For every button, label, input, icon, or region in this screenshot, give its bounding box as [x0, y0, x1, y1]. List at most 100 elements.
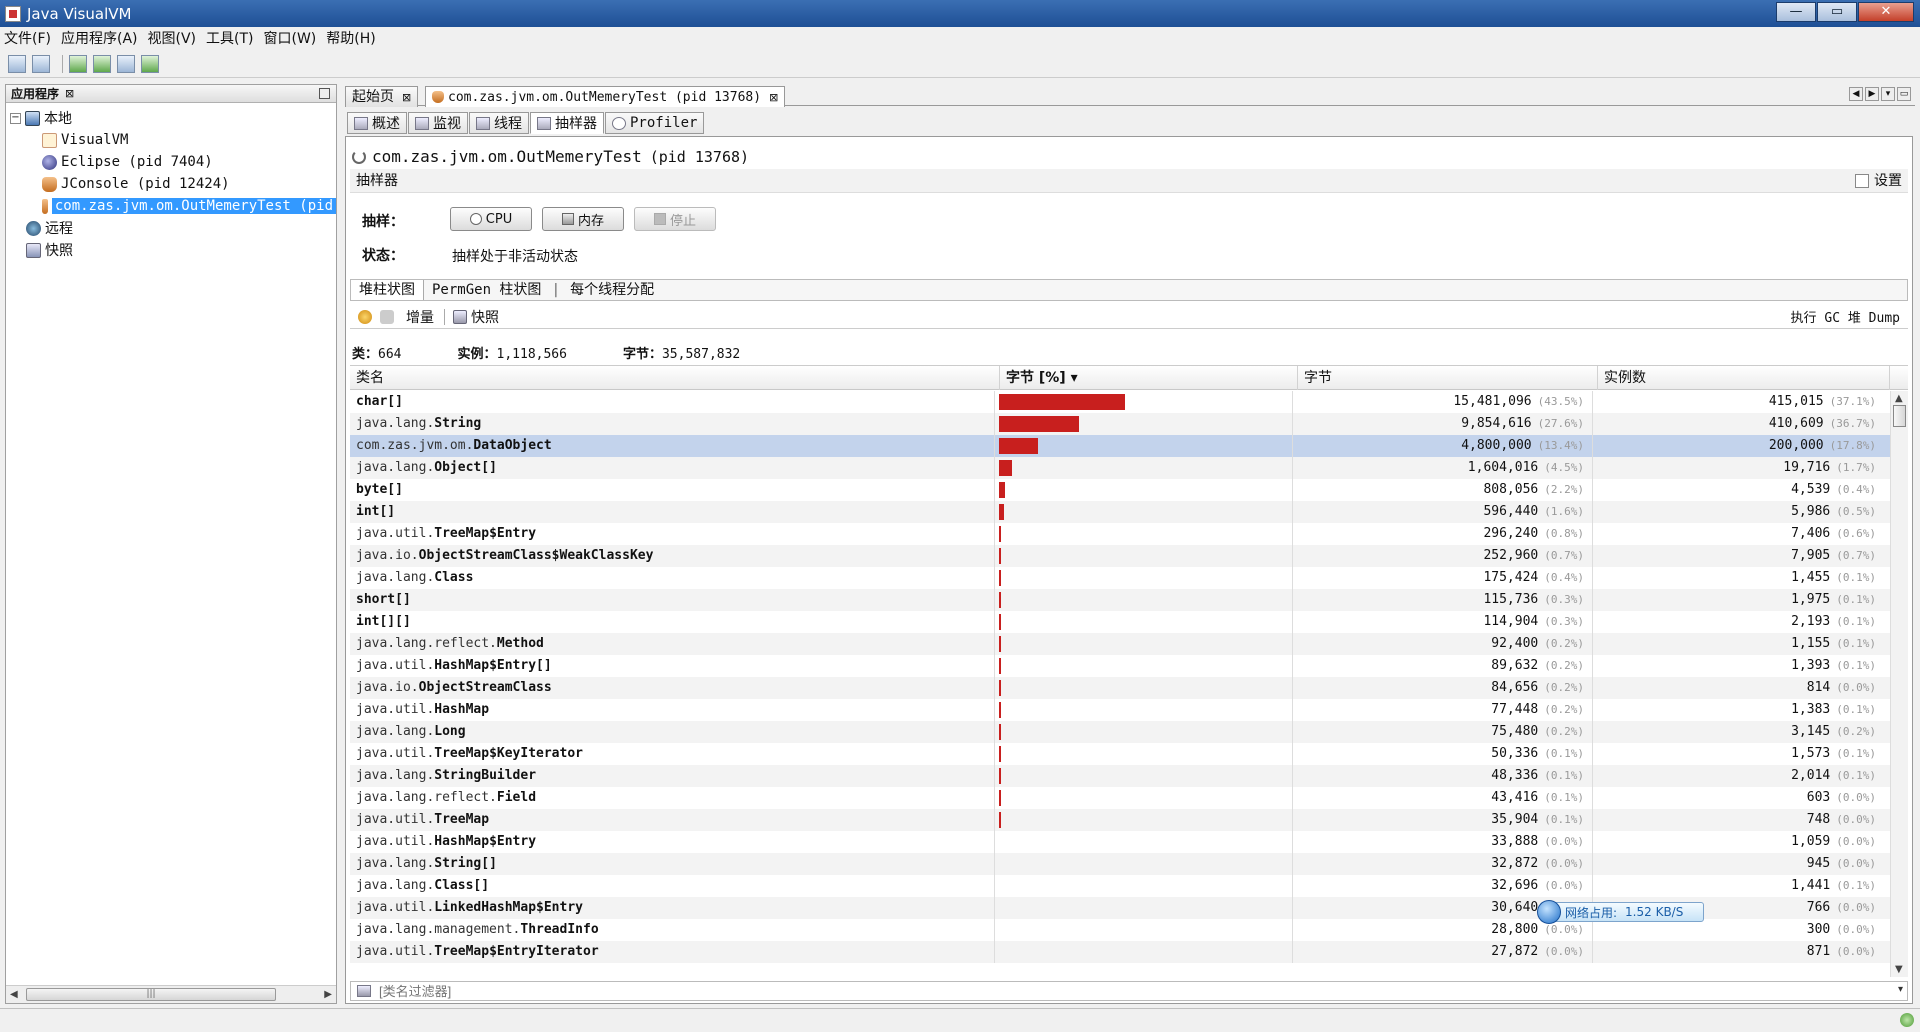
table-row[interactable]: java.lang.Class[] 32,696 (0.0%) 1,441 (0.1%)	[350, 875, 1890, 897]
cpu-sample-button[interactable]: CPU	[450, 207, 532, 231]
table-row[interactable]: java.lang.reflect.Method 92,400 (0.2%) 1,15…	[350, 633, 1890, 655]
table-row[interactable]: java.io.ObjectStreamClass 84,656 (0.2%) 814…	[350, 677, 1890, 699]
tab-close-icon[interactable]: ⊠	[769, 88, 778, 107]
table-row[interactable]: int[] 596,440 (1.6%) 5,986 (0.5%)	[350, 501, 1890, 523]
table-row[interactable]: java.lang.String[] 32,872 (0.0%) 945 (0.0%)	[350, 853, 1890, 875]
network-usage-widget[interactable]: 网络占用: 1.52 KB/S	[1537, 900, 1704, 924]
heap-dump-icon[interactable]	[141, 54, 159, 73]
tab-close-icon[interactable]: ⊠	[402, 88, 411, 107]
tab-outmemerytest[interactable]: com.zas.jvm.om.OutMemeryTest (pid 13768)…	[425, 86, 786, 107]
table-row[interactable]: java.util.HashMap 77,448 (0.2%) 1,383 (0.1%)	[350, 699, 1890, 721]
table-row[interactable]: java.lang.StringBuilder 48,336 (0.1%) 2,014…	[350, 765, 1890, 787]
toolbar-separator	[62, 54, 63, 73]
filter-icon[interactable]	[357, 985, 371, 997]
table-row[interactable]: java.lang.Class 175,424 (0.4%) 1,455 (0.1%)	[350, 567, 1890, 589]
vertical-scrollbar[interactable]: ▲ ▼	[1890, 391, 1908, 977]
maximize-button[interactable]: ▭	[1817, 2, 1857, 22]
column-bytes-percent[interactable]: 字节 [%] ▾	[1000, 366, 1298, 390]
scroll-down-icon[interactable]: ▼	[1895, 964, 1903, 975]
scrollbar-thumb[interactable]	[1893, 405, 1906, 427]
tab-heap-histogram[interactable]: 堆柱状图	[351, 280, 424, 300]
table-row[interactable]: java.lang.Object[] 1,604,016 (4.5%) 19,716 (…	[350, 457, 1890, 479]
panel-close-icon[interactable]: ⊠	[65, 85, 74, 103]
panel-minimize-button[interactable]	[319, 88, 330, 99]
save-icon[interactable]	[32, 54, 50, 73]
scroll-left-icon[interactable]: ◀	[10, 989, 18, 1000]
settings-toggle[interactable]: 设置	[1855, 173, 1902, 189]
delta-button[interactable]: 增量	[406, 307, 434, 327]
menu-view[interactable]: 视图(V)	[148, 28, 197, 48]
filter-dropdown-icon[interactable]: ▾	[1898, 984, 1903, 995]
tree-node-eclipse[interactable]: Eclipse (pid 7404)	[10, 151, 336, 173]
table-row[interactable]: short[] 115,736 (0.3%) 1,975 (0.1%)	[350, 589, 1890, 611]
add-remote-host-icon[interactable]	[93, 54, 111, 73]
scroll-right-icon[interactable]: ▶	[324, 989, 332, 1000]
table-row[interactable]: java.util.TreeMap$EntryIterator 27,872 (0.…	[350, 941, 1890, 963]
table-row[interactable]: java.lang.management.ThreadInfo 28,800 (0.…	[350, 919, 1890, 941]
tab-per-thread-allocation[interactable]: 每个线程分配	[562, 280, 662, 300]
table-row[interactable]: java.util.TreeMap$KeyIterator 50,336 (0.1%…	[350, 743, 1890, 765]
tab-scroll-right-icon[interactable]: ▶	[1865, 87, 1879, 101]
tab-monitor[interactable]: 监视	[408, 112, 468, 134]
tree-node-outmemerytest[interactable]: com.zas.jvm.om.OutMemeryTest (pid	[10, 195, 336, 217]
table-row[interactable]: byte[] 808,056 (2.2%) 4,539 (0.4%)	[350, 479, 1890, 501]
table-row[interactable]: java.lang.String 9,854,616 (27.6%) 410,609 (…	[350, 413, 1890, 435]
refresh-icon[interactable]	[380, 309, 394, 324]
add-vm-coredump-icon[interactable]	[117, 54, 135, 73]
maximize-tab-icon[interactable]: ▭	[1897, 87, 1911, 101]
table-row[interactable]: int[][] 114,904 (0.3%) 2,193 (0.1%)	[350, 611, 1890, 633]
menu-applications[interactable]: 应用程序(A)	[61, 28, 138, 48]
settings-checkbox[interactable]	[1855, 174, 1869, 188]
column-bytes[interactable]: 字节	[1298, 366, 1598, 390]
package-name: java.lang.reflect.	[356, 636, 497, 651]
tab-overview[interactable]: 概述	[347, 112, 407, 134]
class-name-cell: java.util.HashMap$Entry[]	[350, 655, 994, 677]
column-instances[interactable]: 实例数	[1598, 366, 1890, 390]
table-row[interactable]: char[] 15,481,096 (43.5%) 415,015 (37.1%)	[350, 391, 1890, 413]
snapshot-icon[interactable]	[453, 309, 467, 324]
column-class-name[interactable]: 类名	[350, 366, 1000, 390]
tree-node-local[interactable]: − 本地	[10, 107, 336, 129]
memory-sample-button[interactable]: 内存	[542, 207, 624, 231]
scrollbar-thumb[interactable]: |||	[26, 988, 276, 1001]
snapshot-button[interactable]: 快照	[471, 307, 499, 327]
table-row[interactable]: java.util.TreeMap$Entry 296,240 (0.8%) 7,40…	[350, 523, 1890, 545]
tab-threads[interactable]: 线程	[469, 112, 529, 134]
load-snapshot-icon[interactable]	[8, 54, 26, 73]
scroll-up-icon[interactable]: ▲	[1895, 393, 1903, 404]
stop-button[interactable]: 停止	[634, 207, 716, 231]
menu-help[interactable]: 帮助(H)	[326, 28, 375, 48]
minimize-button[interactable]: —	[1776, 2, 1816, 22]
gc-heapdump-buttons[interactable]: 执行 GC 堆 Dump	[1791, 307, 1900, 326]
menu-window[interactable]: 窗口(W)	[264, 28, 317, 48]
close-button[interactable]: ✕	[1858, 2, 1914, 22]
table-row[interactable]: com.zas.jvm.om.DataObject 4,800,000 (13.4%…	[350, 435, 1890, 457]
tree-node-snapshots[interactable]: 快照	[10, 239, 336, 261]
collapse-icon[interactable]: −	[10, 112, 21, 124]
add-jmx-connection-icon[interactable]	[69, 54, 87, 73]
instances-cell: 945 (0.0%)	[1592, 853, 1884, 875]
tab-profiler[interactable]: Profiler	[605, 112, 705, 134]
table-row[interactable]: java.lang.reflect.Field 43,416 (0.1%) 603 (0…	[350, 787, 1890, 809]
tab-start-page[interactable]: 起始页 ⊠	[345, 86, 419, 107]
tree-node-visualvm[interactable]: VisualVM	[10, 129, 336, 151]
menu-tools[interactable]: 工具(T)	[206, 28, 253, 48]
tab-permgen-histogram[interactable]: PermGen 柱状图	[424, 280, 549, 300]
class-name-filter[interactable]: ▾	[350, 981, 1908, 1001]
menu-file[interactable]: 文件(F)	[4, 28, 51, 48]
class-filter-input[interactable]	[377, 982, 1777, 1000]
tab-list-icon[interactable]: ▾	[1881, 87, 1895, 101]
horizontal-scrollbar[interactable]: ◀ ||| ▶	[6, 985, 336, 1003]
tab-sampler[interactable]: 抽样器	[530, 112, 604, 134]
table-row[interactable]: java.util.HashMap$Entry 33,888 (0.0%) 1,059…	[350, 831, 1890, 853]
instances-percent-text: (0.1%)	[1836, 615, 1876, 628]
table-row[interactable]: java.io.ObjectStreamClass$WeakClassKey 25…	[350, 545, 1890, 567]
tab-scroll-left-icon[interactable]: ◀	[1849, 87, 1863, 101]
tree-node-jconsole[interactable]: JConsole (pid 12424)	[10, 173, 336, 195]
table-row[interactable]: java.util.HashMap$Entry[] 89,632 (0.2%) 1,3…	[350, 655, 1890, 677]
tree-node-remote[interactable]: 远程	[10, 217, 336, 239]
table-row[interactable]: java.lang.Long 75,480 (0.2%) 3,145 (0.2%)	[350, 721, 1890, 743]
sample-label: 抽样：	[362, 214, 404, 230]
pause-icon[interactable]	[358, 309, 372, 324]
table-row[interactable]: java.util.TreeMap 35,904 (0.1%) 748 (0.0%)	[350, 809, 1890, 831]
